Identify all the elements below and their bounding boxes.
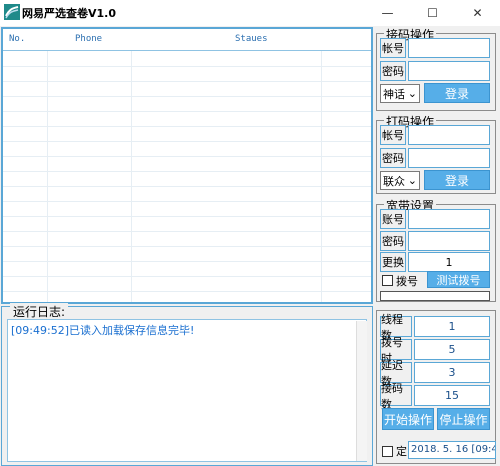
table-row-line [3,231,371,232]
table-row-line [3,156,371,157]
table-header: No. Phone Staues [3,29,371,51]
receive-platform-select[interactable]: 神话 ⌄ [380,84,420,103]
broadband-change-input[interactable]: 1 [408,252,490,272]
app-logo-icon [4,4,20,20]
dial-time-input[interactable]: 5 [414,339,490,360]
timer-label: 定 [396,445,407,458]
captcha-login-button[interactable]: 登录 [424,170,490,190]
table-row-line [3,81,371,82]
dial-checkbox[interactable] [382,275,393,286]
captcha-platform-value: 联众 [383,174,405,188]
captcha-platform-select[interactable]: 联众 ⌄ [380,171,420,190]
broadband-change-label: 更换 [380,252,406,272]
column-divider [131,51,132,302]
table-row-line [3,291,371,292]
captcha-password-label: 密码 [380,148,406,168]
minimize-button[interactable]: — [365,0,410,26]
test-dial-button[interactable]: 测试拨号 [427,271,490,288]
captcha-account-label: 帐号 [380,125,406,145]
log-line: [09:49:52]已读入加载保存信息完毕! [11,324,195,337]
table-row-line [3,96,371,97]
stop-button[interactable]: 停止操作 [437,408,490,430]
column-header-status[interactable]: Staues [235,34,268,44]
timer-checkbox[interactable] [382,446,393,457]
start-button[interactable]: 开始操作 [382,408,434,430]
chevron-down-icon: ⌄ [407,87,417,100]
dial-label: 拨号 [396,275,418,288]
table-row-line [3,261,371,262]
chevron-down-icon: ⌄ [407,174,417,187]
table-row-line [3,246,371,247]
table-row-line [3,111,371,112]
column-header-phone[interactable]: Phone [75,34,102,44]
receive-count-input[interactable]: 15 [414,385,490,406]
column-header-no[interactable]: No. [9,34,25,44]
receive-password-label: 密码 [380,61,406,81]
delay-input[interactable]: 3 [414,362,490,383]
captcha-account-input[interactable] [408,125,490,145]
table-row-line [3,276,371,277]
datetime-picker[interactable]: 2018. 5. 16 [09:49 [408,441,496,459]
receive-login-button[interactable]: 登录 [424,83,490,103]
broadband-account-input[interactable] [408,209,490,229]
log-title: 运行日志: [10,303,69,320]
table-row-line [3,141,371,142]
window-title: 网易严选查卷V1.0 [22,7,116,20]
close-button[interactable]: ✕ [455,0,500,26]
log-textbox[interactable]: [09:49:52]已读入加载保存信息完毕! [7,319,367,462]
maximize-button[interactable]: ☐ [410,0,455,26]
threads-input[interactable]: 1 [414,316,490,337]
receive-count-label: 接码数 [380,382,412,411]
receive-password-input[interactable] [408,61,490,81]
table-row-line [3,201,371,202]
column-divider [321,51,322,302]
broadband-account-label: 账号 [380,209,406,229]
captcha-password-input[interactable] [408,148,490,168]
table-row-line [3,216,371,217]
log-scrollbar[interactable] [356,321,367,461]
dial-progress-bar [380,291,490,301]
receive-account-input[interactable] [408,38,490,58]
receive-platform-value: 神话 [383,87,405,101]
broadband-password-input[interactable] [408,231,490,251]
results-table[interactable]: No. Phone Staues [1,27,373,304]
table-row-line [3,171,371,172]
table-row-line [3,66,371,67]
broadband-password-label: 密码 [380,231,406,251]
table-row-line [3,126,371,127]
column-divider [47,51,48,302]
table-row-line [3,186,371,187]
receive-account-label: 帐号 [380,38,406,58]
